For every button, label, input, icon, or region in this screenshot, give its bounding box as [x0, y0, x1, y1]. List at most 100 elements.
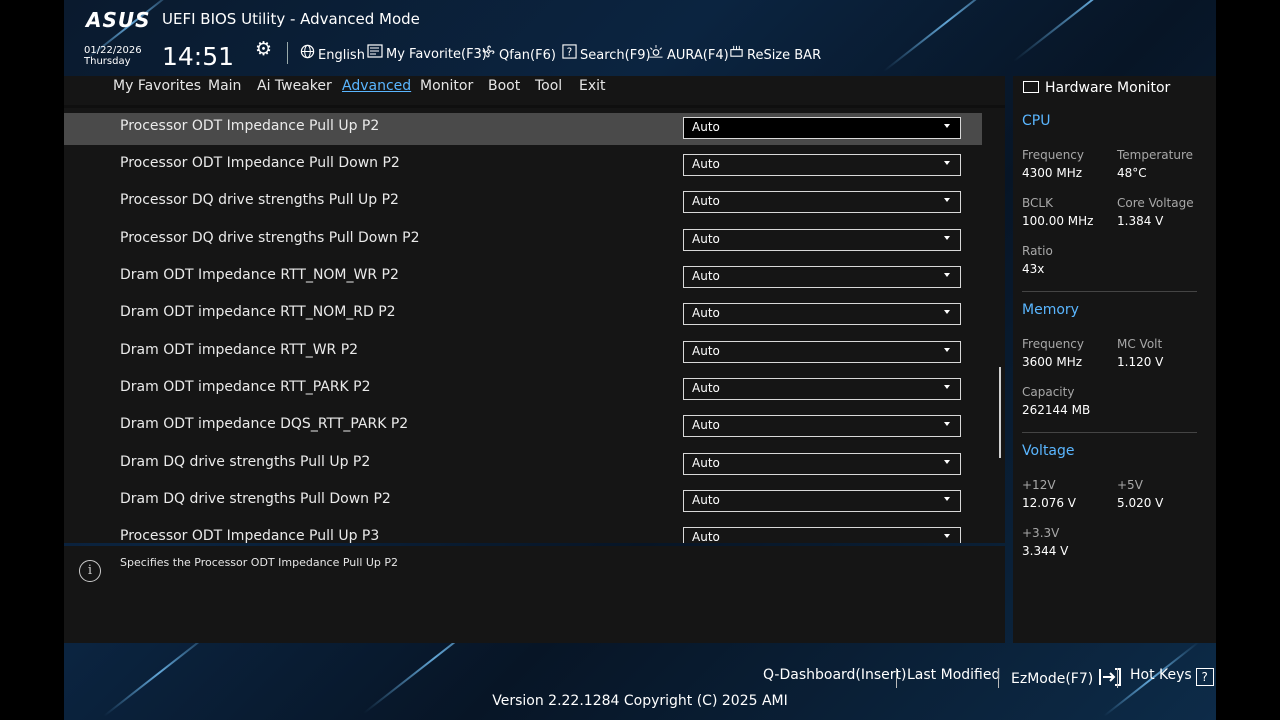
setting-dropdown[interactable]: Auto: [683, 490, 961, 512]
tab-boot[interactable]: Boot: [488, 78, 520, 94]
setting-row[interactable]: Processor ODT Impedance Pull Down P2 Aut…: [64, 150, 982, 182]
language-label: English: [318, 48, 365, 63]
setting-row[interactable]: Dram ODT impedance RTT_WR P2 Auto: [64, 337, 982, 369]
resize-bar-button[interactable]: ReSize BAR: [729, 44, 821, 63]
setting-dropdown[interactable]: Auto: [683, 303, 961, 325]
cpu-frequency-label: Frequency: [1022, 148, 1084, 162]
tab-exit[interactable]: Exit: [579, 78, 606, 94]
setting-label: Dram DQ drive strengths Pull Down P2: [120, 491, 391, 507]
setting-dropdown[interactable]: Auto: [683, 527, 961, 543]
settings-panel: My Favorites Main Ai Tweaker Advanced Mo…: [64, 76, 1005, 543]
date-text: 01/22/2026: [84, 45, 142, 56]
setting-row[interactable]: Processor DQ drive strengths Pull Down P…: [64, 225, 982, 257]
setting-row[interactable]: Dram DQ drive strengths Pull Up P2 Auto: [64, 449, 982, 481]
tab-tool[interactable]: Tool: [535, 78, 562, 94]
v33-value: 3.344 V: [1022, 544, 1069, 558]
dropdown-arrow-icon: [944, 385, 950, 389]
memory-frequency-label: Frequency: [1022, 337, 1084, 351]
dropdown-arrow-icon: [944, 348, 950, 352]
core-voltage-value: 1.384 V: [1117, 214, 1164, 228]
footer-divider: [998, 668, 999, 688]
monitor-icon: [1023, 81, 1039, 93]
ezmode-label: EzMode(F7): [1011, 671, 1094, 687]
settings-list: Processor ODT Impedance Pull Up P2 Auto …: [64, 113, 1005, 543]
language-button[interactable]: English: [300, 44, 365, 63]
tab-main[interactable]: Main: [208, 78, 241, 94]
setting-label: Processor ODT Impedance Pull Down P2: [120, 155, 400, 171]
setting-dropdown[interactable]: Auto: [683, 266, 961, 288]
section-divider: [1022, 291, 1197, 292]
setting-row[interactable]: Dram DQ drive strengths Pull Down P2 Aut…: [64, 486, 982, 518]
setting-label: Processor DQ drive strengths Pull Down P…: [120, 230, 420, 246]
dropdown-value: Auto: [692, 232, 720, 246]
setting-dropdown[interactable]: Auto: [683, 191, 961, 213]
setting-row[interactable]: Dram ODT impedance DQS_RTT_PARK P2 Auto: [64, 411, 982, 443]
setting-dropdown[interactable]: Auto: [683, 378, 961, 400]
tab-my-favorites[interactable]: My Favorites: [113, 78, 201, 94]
setting-dropdown[interactable]: Auto: [683, 341, 961, 363]
my-favorite-label: My Favorite(F3): [386, 47, 487, 62]
setting-dropdown[interactable]: Auto: [683, 229, 961, 251]
capacity-label: Capacity: [1022, 385, 1075, 399]
setting-dropdown[interactable]: Auto: [683, 415, 961, 437]
hot-keys-help-icon: ?: [1195, 668, 1214, 686]
memory-frequency-value: 3600 MHz: [1022, 355, 1083, 369]
resize-bar-icon: [729, 44, 744, 63]
aura-button[interactable]: AURA(F4): [648, 44, 729, 63]
setting-dropdown[interactable]: Auto: [683, 154, 961, 176]
tab-ai-tweaker[interactable]: Ai Tweaker: [257, 78, 332, 94]
setting-row[interactable]: Dram ODT Impedance RTT_NOM_WR P2 Auto: [64, 262, 982, 294]
resize-bar-label: ReSize BAR: [747, 48, 822, 63]
dropdown-arrow-icon: [944, 460, 950, 464]
gear-icon[interactable]: ⚙: [255, 38, 272, 60]
qfan-button[interactable]: Qfan(F6): [481, 44, 556, 63]
tabs-divider: [64, 105, 1005, 108]
favorite-icon: [367, 44, 383, 62]
core-voltage-label: Core Voltage: [1117, 196, 1194, 210]
tab-monitor[interactable]: Monitor: [420, 78, 473, 94]
mc-volt-label: MC Volt: [1117, 337, 1163, 351]
dropdown-arrow-icon: [944, 497, 950, 501]
setting-row[interactable]: Dram ODT impedance RTT_NOM_RD P2 Auto: [64, 299, 982, 331]
info-icon: i: [79, 560, 101, 582]
my-favorite-button[interactable]: My Favorite(F3): [367, 44, 487, 62]
q-dashboard-button[interactable]: Q-Dashboard(Insert): [763, 667, 907, 683]
scrollbar[interactable]: [999, 367, 1001, 458]
hot-keys-button[interactable]: Hot Keys?: [1130, 667, 1214, 686]
ratio-value: 43x: [1022, 262, 1045, 276]
date-display: 01/22/2026 Thursday: [84, 45, 142, 67]
ratio-label: Ratio: [1022, 244, 1053, 258]
v5-label: +5V: [1117, 478, 1143, 492]
capacity-value: 262144 MB: [1022, 403, 1091, 417]
qfan-label: Qfan(F6): [499, 48, 556, 63]
setting-row[interactable]: Dram ODT impedance RTT_PARK P2 Auto: [64, 374, 982, 406]
dropdown-value: Auto: [692, 456, 720, 470]
hardware-monitor-title: Hardware Monitor: [1023, 80, 1170, 96]
dropdown-arrow-icon: [944, 310, 950, 314]
setting-label: Processor ODT Impedance Pull Up P2: [120, 118, 380, 134]
time-display: 14:51: [162, 42, 235, 71]
dropdown-value: Auto: [692, 306, 720, 320]
setting-row[interactable]: Processor ODT Impedance Pull Up P2 Auto: [64, 113, 982, 145]
globe-icon: [300, 44, 315, 63]
v12-value: 12.076 V: [1022, 496, 1077, 510]
ezmode-button[interactable]: EzMode(F7): [1011, 667, 1122, 691]
tab-advanced[interactable]: Advanced: [342, 78, 411, 94]
last-modified-button[interactable]: Last Modified: [907, 667, 1000, 683]
setting-dropdown[interactable]: Auto: [683, 117, 961, 139]
search-button[interactable]: ? Search(F9): [562, 44, 651, 63]
dropdown-arrow-icon: [944, 422, 950, 426]
v33-label: +3.3V: [1022, 526, 1060, 540]
bclk-label: BCLK: [1022, 196, 1053, 210]
setting-row[interactable]: Processor DQ drive strengths Pull Up P2 …: [64, 187, 982, 219]
setting-row[interactable]: Processor ODT Impedance Pull Up P3 Auto: [64, 523, 982, 543]
search-label: Search(F9): [580, 48, 651, 63]
hardware-monitor-panel: Hardware Monitor CPU Frequency 4300 MHz …: [1013, 76, 1216, 643]
setting-label: Dram ODT impedance DQS_RTT_PARK P2: [120, 416, 409, 432]
app-title: UEFI BIOS Utility - Advanced Mode: [162, 10, 420, 28]
dropdown-arrow-icon: [944, 198, 950, 202]
bclk-value: 100.00 MHz: [1022, 214, 1094, 228]
setting-dropdown[interactable]: Auto: [683, 453, 961, 475]
asus-logo: ASUS: [86, 8, 151, 32]
voltage-heading: Voltage: [1022, 443, 1075, 459]
